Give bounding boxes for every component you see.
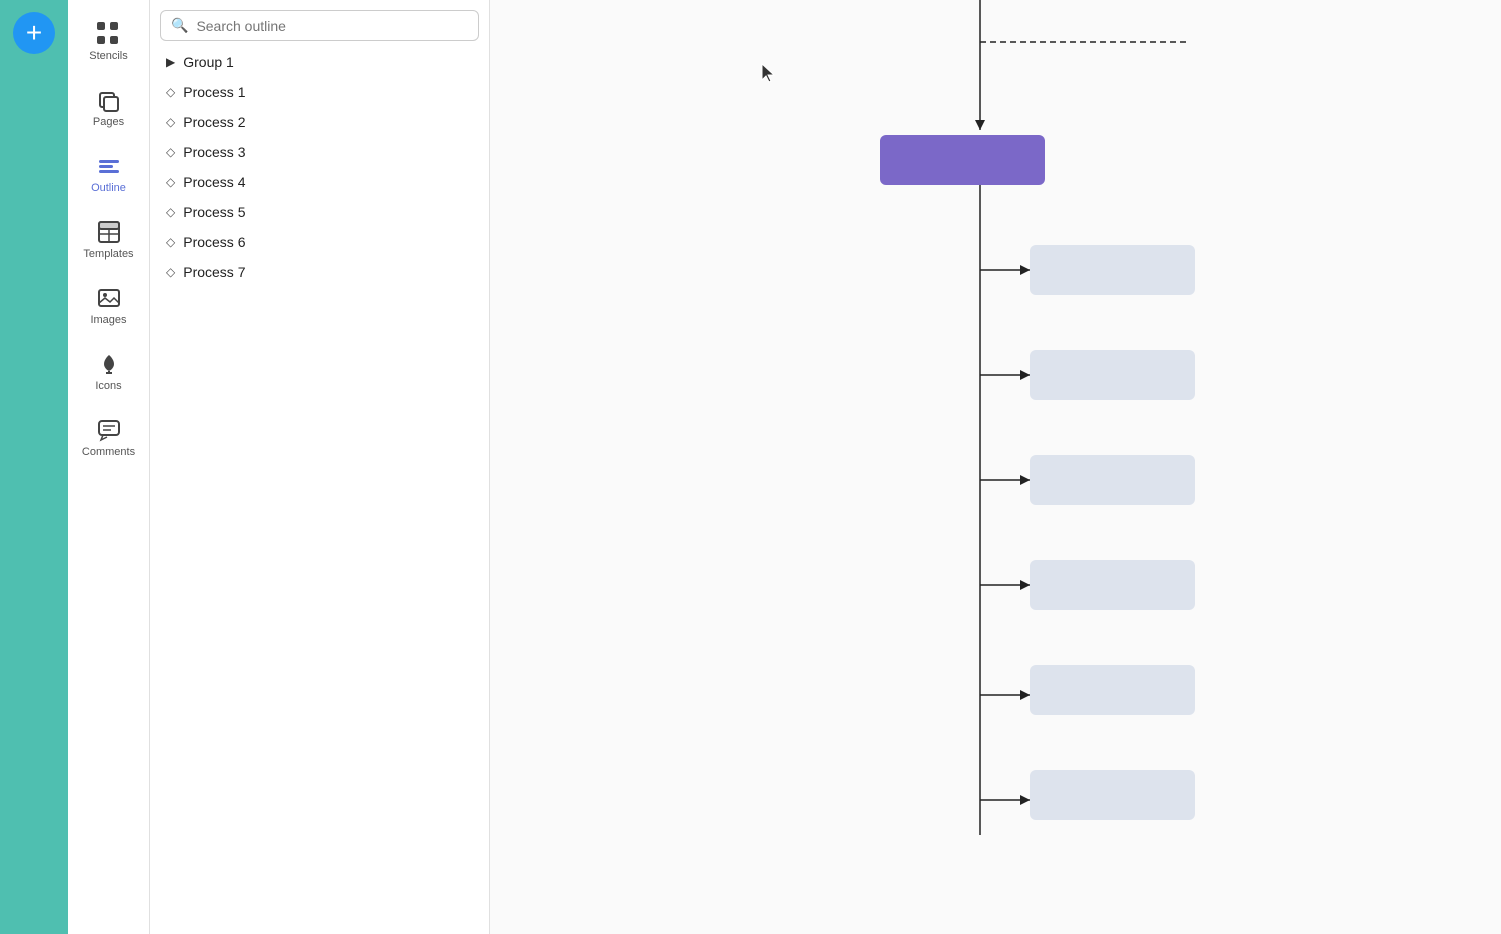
outline-item-process2[interactable]: ◇ Process 2	[154, 107, 485, 137]
sidebar-item-comments[interactable]: Comments	[68, 406, 149, 468]
group1-label: Group 1	[183, 54, 234, 70]
process-box-7[interactable]	[1030, 770, 1195, 820]
sidebar-item-outline[interactable]: Outline	[68, 142, 149, 204]
comments-label: Comments	[82, 446, 135, 458]
process-box-3[interactable]	[1030, 350, 1195, 400]
diagram-container	[490, 0, 1501, 934]
outline-label: Outline	[91, 182, 126, 194]
outline-item-process3[interactable]: ◇ Process 3	[154, 137, 485, 167]
diamond-icon: ◇	[166, 145, 175, 159]
teal-sidebar: +	[0, 0, 68, 934]
templates-icon	[95, 218, 123, 246]
outline-list: ▶ Group 1 ◇ Process 1 ◇ Process 2 ◇ Proc…	[150, 47, 489, 934]
process3-label: Process 3	[183, 144, 245, 160]
outline-item-process5[interactable]: ◇ Process 5	[154, 197, 485, 227]
stencils-label: Stencils	[89, 50, 128, 62]
pages-label: Pages	[93, 116, 124, 128]
outline-item-process1[interactable]: ◇ Process 1	[154, 77, 485, 107]
icons-icon	[95, 350, 123, 378]
templates-label: Templates	[83, 248, 133, 260]
sidebar-item-templates[interactable]: Templates	[68, 208, 149, 270]
outline-icon	[95, 152, 123, 180]
search-input[interactable]	[196, 18, 468, 34]
icons-label: Icons	[95, 380, 121, 392]
outline-panel: 🔍 ▶ Group 1 ◇ Process 1 ◇ Process 2 ◇ Pr…	[150, 0, 490, 934]
sidebar-item-images[interactable]: Images	[68, 274, 149, 336]
pages-icon	[95, 86, 123, 114]
stencils-icon	[95, 20, 123, 48]
search-box[interactable]: 🔍	[160, 10, 479, 41]
process7-label: Process 7	[183, 264, 245, 280]
triangle-icon: ▶	[166, 55, 175, 69]
process2-label: Process 2	[183, 114, 245, 130]
icon-sidebar: Stencils Pages Outline	[68, 0, 150, 934]
process-box-5[interactable]	[1030, 560, 1195, 610]
diamond-icon: ◇	[166, 175, 175, 189]
diamond-icon: ◇	[166, 205, 175, 219]
diamond-icon: ◇	[166, 85, 175, 99]
process1-label: Process 1	[183, 84, 245, 100]
outline-item-group1[interactable]: ▶ Group 1	[154, 47, 485, 77]
canvas[interactable]	[490, 0, 1501, 934]
outline-item-process6[interactable]: ◇ Process 6	[154, 227, 485, 257]
add-button[interactable]: +	[13, 12, 55, 54]
sidebar-item-stencils[interactable]: Stencils	[68, 10, 149, 72]
images-icon	[95, 284, 123, 312]
images-label: Images	[90, 314, 126, 326]
outline-item-process4[interactable]: ◇ Process 4	[154, 167, 485, 197]
process5-label: Process 5	[183, 204, 245, 220]
comments-icon	[95, 416, 123, 444]
process6-label: Process 6	[183, 234, 245, 250]
search-icon: 🔍	[171, 17, 188, 34]
sidebar-item-pages[interactable]: Pages	[68, 76, 149, 138]
diamond-icon: ◇	[166, 115, 175, 129]
process4-label: Process 4	[183, 174, 245, 190]
sidebar-item-icons[interactable]: Icons	[68, 340, 149, 402]
diamond-icon: ◇	[166, 265, 175, 279]
process-box-4[interactable]	[1030, 455, 1195, 505]
process-box-6[interactable]	[1030, 665, 1195, 715]
process-box-2[interactable]	[1030, 245, 1195, 295]
diamond-icon: ◇	[166, 235, 175, 249]
outline-item-process7[interactable]: ◇ Process 7	[154, 257, 485, 287]
process-box-highlighted[interactable]	[880, 135, 1045, 185]
